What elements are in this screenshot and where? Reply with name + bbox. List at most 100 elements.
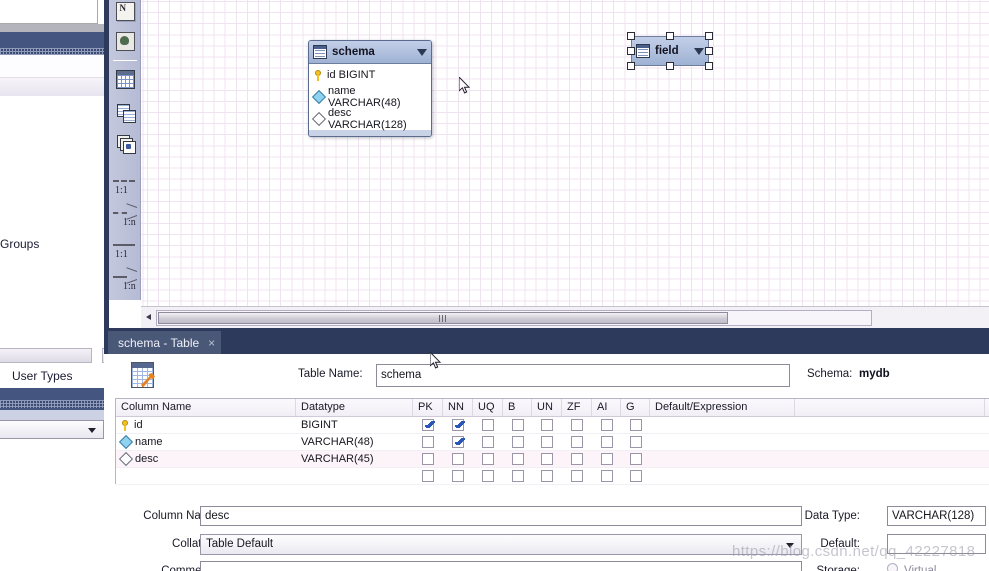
column-header-uq[interactable]: UQ [473, 399, 503, 416]
column-header-default-expression[interactable]: Default/Expression [650, 399, 795, 416]
canvas-scroll-left-button[interactable] [142, 310, 155, 325]
checkbox-g[interactable] [629, 436, 642, 448]
checkbox-un[interactable] [541, 453, 553, 465]
checkbox-pk[interactable] [422, 419, 434, 431]
chevron-down-icon[interactable] [417, 48, 427, 56]
cell-un[interactable] [532, 451, 562, 467]
relationship-1-1-identifying[interactable]: 1:1 [113, 172, 139, 202]
routine-group-tool[interactable] [114, 132, 136, 154]
cell-ai[interactable] [592, 451, 621, 467]
diagram-table-schema[interactable]: schema id BIGINT name VARCHAR(48) desc V… [308, 40, 432, 137]
column-header-zf[interactable]: ZF [562, 399, 592, 416]
checkbox-un[interactable] [541, 470, 553, 482]
cell-datatype[interactable]: VARCHAR(45) [296, 451, 413, 467]
resize-handle-nw[interactable] [627, 32, 635, 40]
sidebar-tree-body[interactable]: Groups [0, 96, 104, 340]
cell-un[interactable] [532, 417, 562, 433]
canvas-horizontal-scrollbar[interactable] [156, 310, 872, 326]
cell-un[interactable] [532, 434, 562, 450]
checkbox-b[interactable] [511, 436, 524, 448]
cell-default[interactable] [650, 451, 795, 467]
relationship-1-n-non-identifying[interactable]: 1:n [113, 268, 139, 298]
checkbox-zf[interactable] [571, 470, 583, 482]
checkbox-uq[interactable] [482, 419, 494, 431]
cell-b[interactable] [503, 451, 532, 467]
tab-schema-table[interactable]: schema - Table × [108, 331, 222, 357]
column-header-nn[interactable]: NN [443, 399, 473, 416]
resize-handle-ne[interactable] [705, 32, 713, 40]
resize-handle-w[interactable] [627, 47, 635, 55]
cell-nn[interactable] [443, 434, 473, 450]
resize-handle-sw[interactable] [627, 62, 635, 70]
checkbox-nn[interactable] [452, 436, 464, 448]
cell-pk[interactable] [413, 468, 443, 484]
checkbox-un[interactable] [541, 419, 553, 431]
checkbox-uq[interactable] [482, 436, 494, 448]
cell-zf[interactable] [562, 451, 592, 467]
eer-diagram-canvas[interactable]: schema id BIGINT name VARCHAR(48) desc V… [141, 0, 989, 306]
checkbox-g[interactable] [629, 419, 642, 431]
sidebar-resize-grip-2[interactable] [0, 400, 104, 408]
diagram-column-row[interactable]: desc VARCHAR(128) [309, 107, 431, 131]
image-tool[interactable] [114, 30, 136, 52]
cell-datatype[interactable]: BIGINT [296, 417, 413, 433]
cell-nn[interactable] [443, 468, 473, 484]
cell-uq[interactable] [473, 468, 503, 484]
cell-zf[interactable] [562, 434, 592, 450]
table-tool[interactable] [114, 68, 136, 90]
cell-default[interactable] [650, 434, 795, 450]
close-icon[interactable]: × [208, 336, 215, 350]
cell-uq[interactable] [473, 417, 503, 433]
cell-default[interactable] [650, 417, 795, 433]
diagram-column-row[interactable]: id BIGINT [309, 64, 431, 86]
radio-virtual[interactable] [887, 563, 898, 571]
cell-pk[interactable] [413, 434, 443, 450]
column-header-datatype[interactable]: Datatype [296, 399, 413, 416]
checkbox-uq[interactable] [482, 470, 494, 482]
cell-datatype[interactable]: VARCHAR(48) [296, 434, 413, 450]
relationship-1-1-non-identifying[interactable]: 1:1 [113, 236, 139, 266]
cell-g[interactable] [621, 434, 650, 450]
sidebar-resize-grip[interactable] [0, 48, 104, 55]
sidebar-section-user-types[interactable]: User Types [0, 365, 104, 388]
diagram-column-row[interactable]: name VARCHAR(48) [309, 85, 431, 109]
relationship-1-n-identifying[interactable]: 1:n [113, 204, 139, 234]
cell-b[interactable] [503, 468, 532, 484]
checkbox-b[interactable] [511, 470, 524, 482]
resize-handle-e[interactable] [705, 47, 713, 55]
cell-zf[interactable] [562, 468, 592, 484]
table-row-new[interactable] [116, 468, 989, 485]
table-row[interactable]: desc VARCHAR(45) [116, 451, 989, 468]
cell-uq[interactable] [473, 434, 503, 450]
checkbox-g[interactable] [629, 453, 642, 465]
cell-datatype[interactable] [296, 468, 413, 484]
cell-ai[interactable] [592, 434, 621, 450]
checkbox-ai[interactable] [600, 453, 613, 465]
diagram-tool-palette[interactable]: 1:1 1:n 1:1 1:n [109, 0, 141, 300]
table-row[interactable]: id BIGINT [116, 417, 989, 434]
cell-ai[interactable] [592, 468, 621, 484]
cell-ai[interactable] [592, 417, 621, 433]
data-type-input[interactable]: VARCHAR(128) [887, 506, 986, 526]
sidebar-horizontal-scrollbar[interactable] [0, 348, 92, 363]
cell-g[interactable] [621, 468, 650, 484]
cell-nn[interactable] [443, 417, 473, 433]
editor-tab-bar[interactable]: schema - Table × [104, 328, 989, 357]
checkbox-ai[interactable] [600, 470, 613, 482]
cell-uq[interactable] [473, 451, 503, 467]
column-header-g[interactable]: G [621, 399, 650, 416]
checkbox-zf[interactable] [571, 436, 583, 448]
column-header-b[interactable]: B [503, 399, 532, 416]
cell-column-name[interactable] [116, 468, 296, 484]
column-header-column-name[interactable]: Column Name [116, 399, 296, 416]
sidebar-item-groups[interactable]: Groups [0, 237, 104, 251]
resize-handle-s[interactable] [666, 62, 674, 70]
column-header-pk[interactable]: PK [413, 399, 443, 416]
canvas-scrollbar-thumb[interactable] [158, 312, 728, 324]
sidebar-type-select[interactable] [0, 420, 104, 439]
chevron-down-icon[interactable] [694, 47, 704, 55]
checkbox-nn[interactable] [452, 470, 464, 482]
checkbox-ai[interactable] [600, 436, 613, 448]
cell-default[interactable] [650, 468, 795, 484]
canvas-scrollbar-row[interactable] [141, 306, 989, 328]
